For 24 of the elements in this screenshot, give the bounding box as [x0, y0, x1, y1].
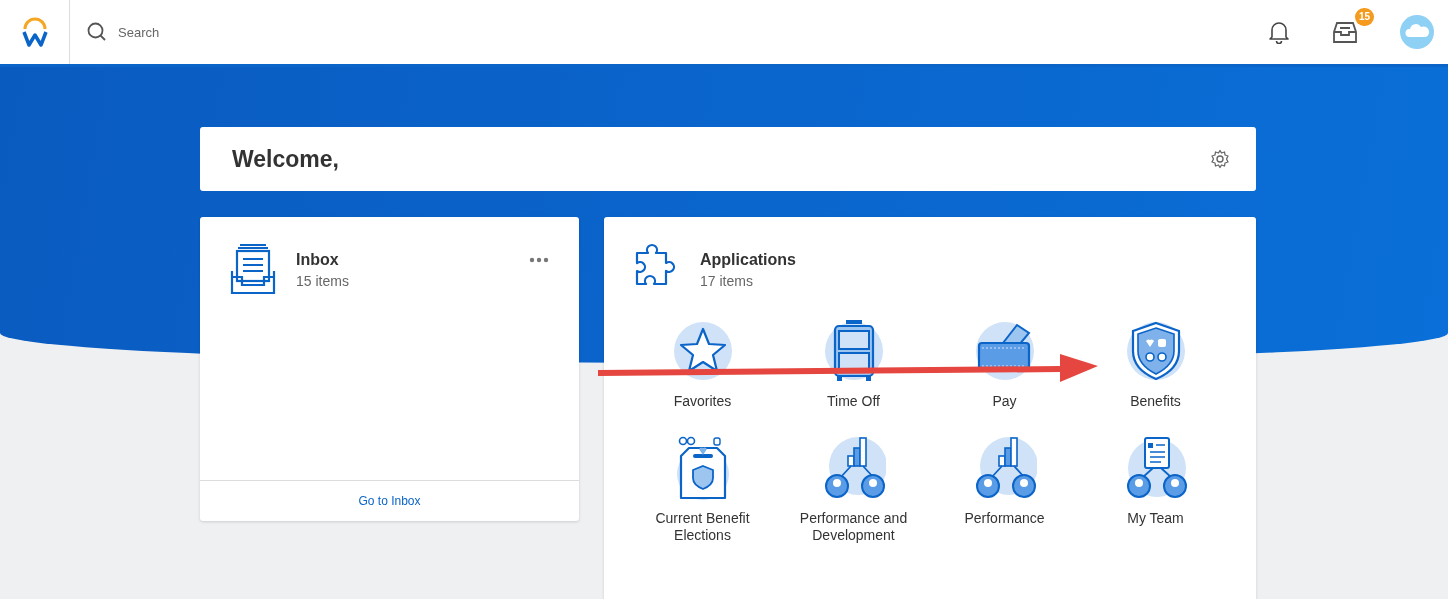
app-label[interactable]: Favorites: [673, 393, 732, 410]
app-label[interactable]: Performance: [964, 510, 1045, 527]
item-count: 15 items: [296, 273, 349, 289]
app-label[interactable]: Time Off: [827, 393, 880, 410]
more-options-icon[interactable]: [529, 257, 549, 263]
welcome-title: Welcome,: [232, 145, 339, 173]
app-label[interactable]: Benefits: [1130, 393, 1181, 410]
app-label[interactable]: Current Benefit Elections: [632, 510, 773, 544]
inbox-tray-icon[interactable]: [1332, 20, 1358, 44]
logo-icon[interactable]: [21, 17, 48, 47]
search-field[interactable]: Search: [116, 23, 320, 41]
card-title: Inbox: [296, 251, 340, 269]
app-label[interactable]: My Team: [1127, 510, 1184, 527]
item-count: 17 items: [700, 273, 754, 289]
app-label[interactable]: Pay: [992, 393, 1017, 410]
card-title: Applications: [700, 251, 796, 269]
settings-icon[interactable]: [1210, 149, 1230, 169]
app-label[interactable]: Performance and Development: [783, 510, 924, 544]
inbox-icon: [230, 243, 276, 295]
search-icon: [87, 22, 107, 42]
notification-bell-icon[interactable]: [1268, 20, 1290, 44]
go-to-inbox-link[interactable]: Go to Inbox: [358, 494, 421, 508]
notification-count: 15: [1354, 8, 1374, 26]
puzzle-piece-icon: [634, 243, 678, 287]
